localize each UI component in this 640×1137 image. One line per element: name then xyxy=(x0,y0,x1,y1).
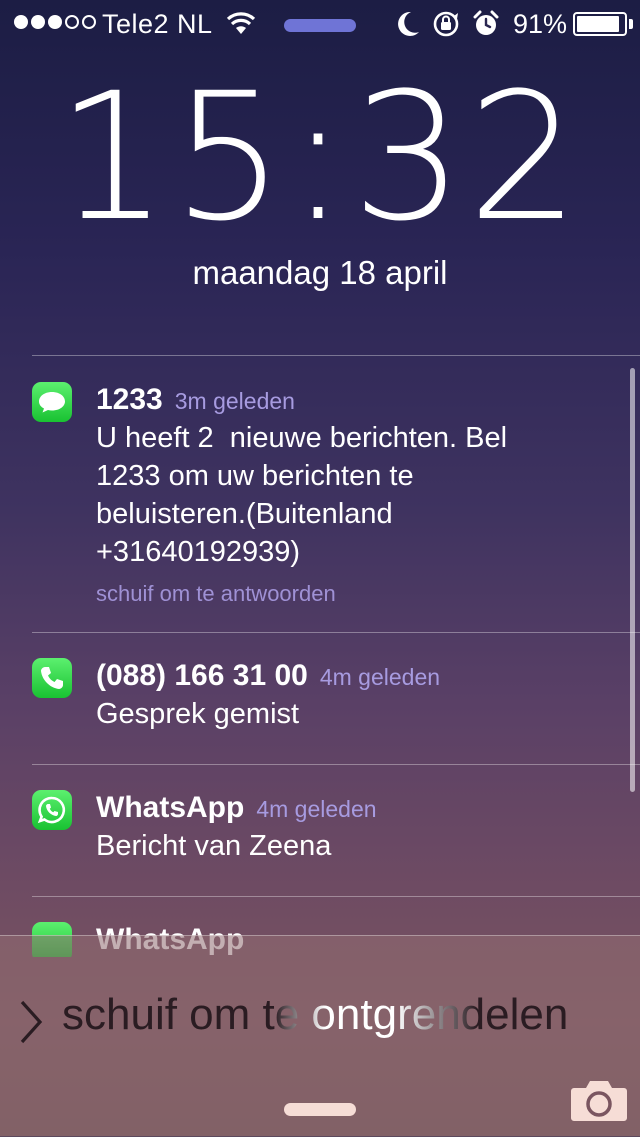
notification-time: 4m geleden xyxy=(319,664,441,690)
notification-title: 1233 xyxy=(96,383,163,416)
status-bar: Tele2 NL 91% xyxy=(0,0,640,50)
battery-icon xyxy=(573,12,627,36)
body-line: U heeft 2 nieuwe berichten. Bel xyxy=(96,422,508,454)
home-indicator-pill xyxy=(284,1103,356,1116)
slide-to-unlock-label[interactable]: schuif om te ontgrendelen xyxy=(62,990,568,1040)
orientation-lock-icon xyxy=(433,11,459,37)
carrier-name: Tele2 NL xyxy=(102,9,213,39)
messages-icon xyxy=(32,382,72,422)
whatsapp-icon xyxy=(32,790,72,830)
notification-list: 1233 3m geleden U heeft 2 nieuwe bericht… xyxy=(32,355,640,957)
signal-strength-icon xyxy=(14,15,96,29)
notification-body: Bericht van Zeena xyxy=(96,827,640,865)
chevron-right-icon xyxy=(20,1000,43,1044)
body-line: beluisteren.(Buitenland xyxy=(96,498,393,530)
notification-1233[interactable]: 1233 3m geleden U heeft 2 nieuwe bericht… xyxy=(32,356,640,632)
body-line: Bericht van Zeena xyxy=(96,830,332,862)
wifi-icon xyxy=(226,12,256,34)
body-line: 1233 om uw berichten te xyxy=(96,460,414,492)
status-pill xyxy=(284,19,356,32)
notification-action-hint: schuif om te antwoorden xyxy=(96,581,336,606)
body-line: Gesprek gemist xyxy=(96,698,300,730)
lock-screen-time: 15:32 xyxy=(56,55,584,260)
notification-time: 3m geleden xyxy=(174,388,295,414)
notification-body: U heeft 2 nieuwe berichten. Bel 1233 om … xyxy=(96,419,640,571)
notification-missed-call[interactable]: (088) 166 31 00 4m geleden Gesprek gemis… xyxy=(32,633,640,764)
notification-title: (088) 166 31 00 xyxy=(96,659,308,692)
lock-screen-date: maandag 18 april xyxy=(192,254,448,291)
do-not-disturb-moon-icon xyxy=(398,11,419,36)
notification-time: 4m geleden xyxy=(256,796,377,822)
alarm-clock-icon xyxy=(473,10,499,35)
notification-whatsapp[interactable]: WhatsApp 4m geleden Bericht van Zeena xyxy=(32,765,640,896)
notification-body: Gesprek gemist xyxy=(96,695,640,733)
camera-icon[interactable] xyxy=(570,1078,628,1122)
notification-title: WhatsApp xyxy=(96,791,245,824)
battery-percentage: 91% xyxy=(513,9,568,39)
battery-tip xyxy=(629,19,633,29)
phone-icon xyxy=(32,658,72,698)
body-line: +31640192939) xyxy=(96,536,301,568)
scroll-indicator xyxy=(630,368,635,792)
